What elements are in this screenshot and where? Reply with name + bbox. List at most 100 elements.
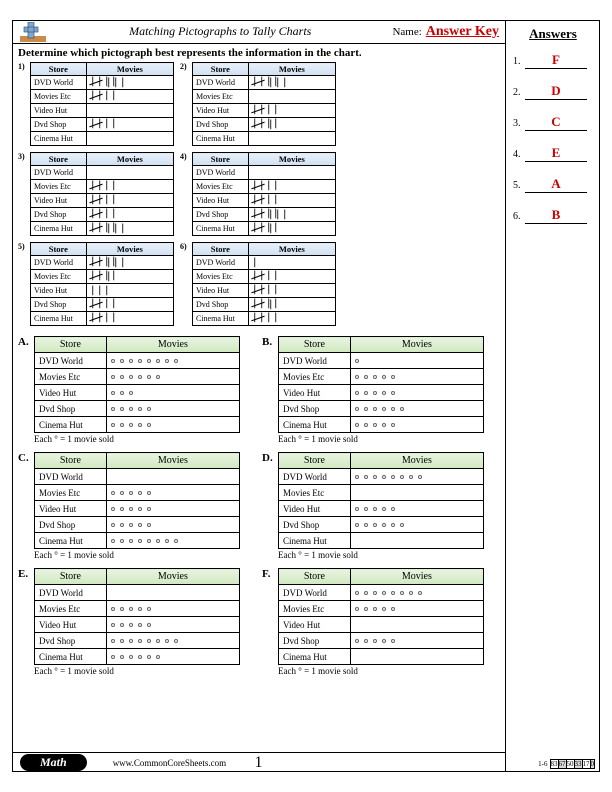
tally-table: StoreMoviesDVD WorldMovies EtcVideo HutD…	[30, 152, 174, 236]
pictograph-legend: Each ° = 1 movie sold	[34, 434, 244, 444]
picto-store-cell: Movies Etc	[35, 601, 107, 617]
picto-store-cell: Cinema Hut	[279, 649, 351, 665]
tally-header-store: Store	[31, 153, 87, 166]
tally-value-cell: |	[248, 118, 335, 132]
picto-value-cell	[350, 369, 483, 385]
tally-value-cell: |	[248, 222, 335, 236]
tally-table: StoreMoviesDVD World|Movies EtcVideo Hut…	[192, 242, 336, 326]
pictograph-label: C.	[18, 452, 34, 464]
tally-number: 4)	[180, 152, 192, 161]
tally-store-cell: DVD World	[31, 256, 87, 270]
picto-store-cell: Movies Etc	[279, 601, 351, 617]
answer-line: 1.F	[513, 52, 593, 69]
tally-store-cell: Movies Etc	[193, 90, 249, 104]
pictograph-label: B.	[262, 336, 278, 348]
picto-value-cell	[106, 617, 239, 633]
answer-line: 2.D	[513, 83, 593, 100]
tally-value-cell	[248, 270, 335, 284]
pictograph-legend: Each ° = 1 movie sold	[278, 550, 488, 560]
pictograph-legend: Each ° = 1 movie sold	[278, 434, 488, 444]
picto-value-cell	[350, 649, 483, 665]
answer-line: 3.C	[513, 114, 593, 131]
picto-value-cell	[106, 353, 239, 369]
picto-store-cell: Video Hut	[35, 385, 107, 401]
answer-value: A	[525, 176, 587, 193]
picto-store-cell: Dvd Shop	[279, 633, 351, 649]
picto-store-cell: Cinema Hut	[35, 417, 107, 433]
page-number: 1	[255, 754, 263, 772]
picto-value-cell	[350, 617, 483, 633]
header: Matching Pictographs to Tally Charts Nam…	[12, 20, 505, 44]
picto-value-cell	[350, 601, 483, 617]
tally-value-cell	[86, 166, 173, 180]
picto-header-store: Store	[35, 453, 107, 469]
picto-header-store: Store	[279, 337, 351, 353]
picto-value-cell	[350, 485, 483, 501]
picto-value-cell	[350, 469, 483, 485]
tally-value-cell	[86, 180, 173, 194]
tally-store-cell: DVD World	[31, 76, 87, 90]
score-range-label: 1-6	[538, 760, 547, 768]
pictograph-table: StoreMoviesDVD WorldMovies Etc Video Hut…	[34, 452, 240, 549]
tally-number: 2)	[180, 62, 192, 71]
tally-value-cell	[86, 312, 173, 326]
tally-chart-1: 1)StoreMoviesDVD World|||Movies EtcVideo…	[18, 62, 178, 146]
picto-value-cell	[106, 417, 239, 433]
tally-store-cell: Cinema Hut	[193, 312, 249, 326]
tally-value-cell	[248, 132, 335, 146]
tally-value-cell	[248, 284, 335, 298]
picto-value-cell	[106, 533, 239, 549]
tally-header-store: Store	[31, 243, 87, 256]
answer-line: 5.A	[513, 176, 593, 193]
tally-store-cell: Dvd Shop	[193, 298, 249, 312]
picto-store-cell: Video Hut	[279, 385, 351, 401]
score-strip: 1-6 83675033170	[538, 758, 595, 769]
tally-value-cell	[248, 194, 335, 208]
answer-line: 6.B	[513, 207, 593, 224]
tally-chart-2: 2)StoreMoviesDVD World|||Movies EtcVideo…	[180, 62, 340, 146]
picto-store-cell: Cinema Hut	[279, 533, 351, 549]
tally-number: 1)	[18, 62, 30, 71]
picto-store-cell: Dvd Shop	[35, 517, 107, 533]
picto-header-movies: Movies	[106, 569, 239, 585]
footer: Math www.CommonCoreSheets.com 1	[12, 752, 505, 772]
worksheet-title: Matching Pictographs to Tally Charts	[48, 24, 392, 39]
tally-header-movies: Movies	[86, 243, 173, 256]
tally-value-cell: |	[248, 256, 335, 270]
tally-store-cell: Dvd Shop	[31, 118, 87, 132]
logo-icon	[18, 22, 48, 42]
tally-header-movies: Movies	[86, 63, 173, 76]
tally-header-movies: Movies	[248, 153, 335, 166]
tally-store-cell: Video Hut	[193, 284, 249, 298]
picto-header-store: Store	[35, 337, 107, 353]
picto-value-cell	[106, 369, 239, 385]
picto-value-cell	[106, 401, 239, 417]
picto-store-cell: Movies Etc	[35, 485, 107, 501]
answer-key-label: Answer Key	[426, 24, 499, 40]
answer-value: C	[525, 114, 587, 131]
tally-store-cell: Dvd Shop	[31, 298, 87, 312]
tally-store-cell: Movies Etc	[31, 90, 87, 104]
pictograph-legend: Each ° = 1 movie sold	[34, 550, 244, 560]
tally-value-cell	[86, 298, 173, 312]
picto-store-cell: Dvd Shop	[279, 401, 351, 417]
pictograph-D: D.StoreMoviesDVD World Movies EtcVideo H…	[262, 452, 488, 560]
picto-header-movies: Movies	[106, 337, 239, 353]
picto-store-cell: DVD World	[35, 585, 107, 601]
picto-header-movies: Movies	[350, 453, 483, 469]
tally-table: StoreMoviesDVD World|||Movies EtcVideo H…	[192, 62, 336, 146]
pictograph-table: StoreMoviesDVD World Movies EtcVideo Hut…	[278, 452, 484, 549]
picto-header-store: Store	[279, 453, 351, 469]
pictograph-F: F.StoreMoviesDVD World Movies Etc Video …	[262, 568, 488, 676]
pictograph-table: StoreMoviesDVD World Movies Etc Video Hu…	[278, 568, 484, 665]
picto-value-cell	[106, 485, 239, 501]
answer-number: 2.	[513, 87, 525, 98]
tally-value-cell	[248, 104, 335, 118]
picto-value-cell	[350, 533, 483, 549]
pictograph-legend: Each ° = 1 movie sold	[34, 666, 244, 676]
tally-store-cell: DVD World	[193, 76, 249, 90]
tally-store-cell: DVD World	[193, 166, 249, 180]
tally-header-store: Store	[31, 63, 87, 76]
pictograph-row: A.StoreMoviesDVD World Movies Etc Video …	[18, 336, 499, 444]
picto-value-cell	[350, 501, 483, 517]
